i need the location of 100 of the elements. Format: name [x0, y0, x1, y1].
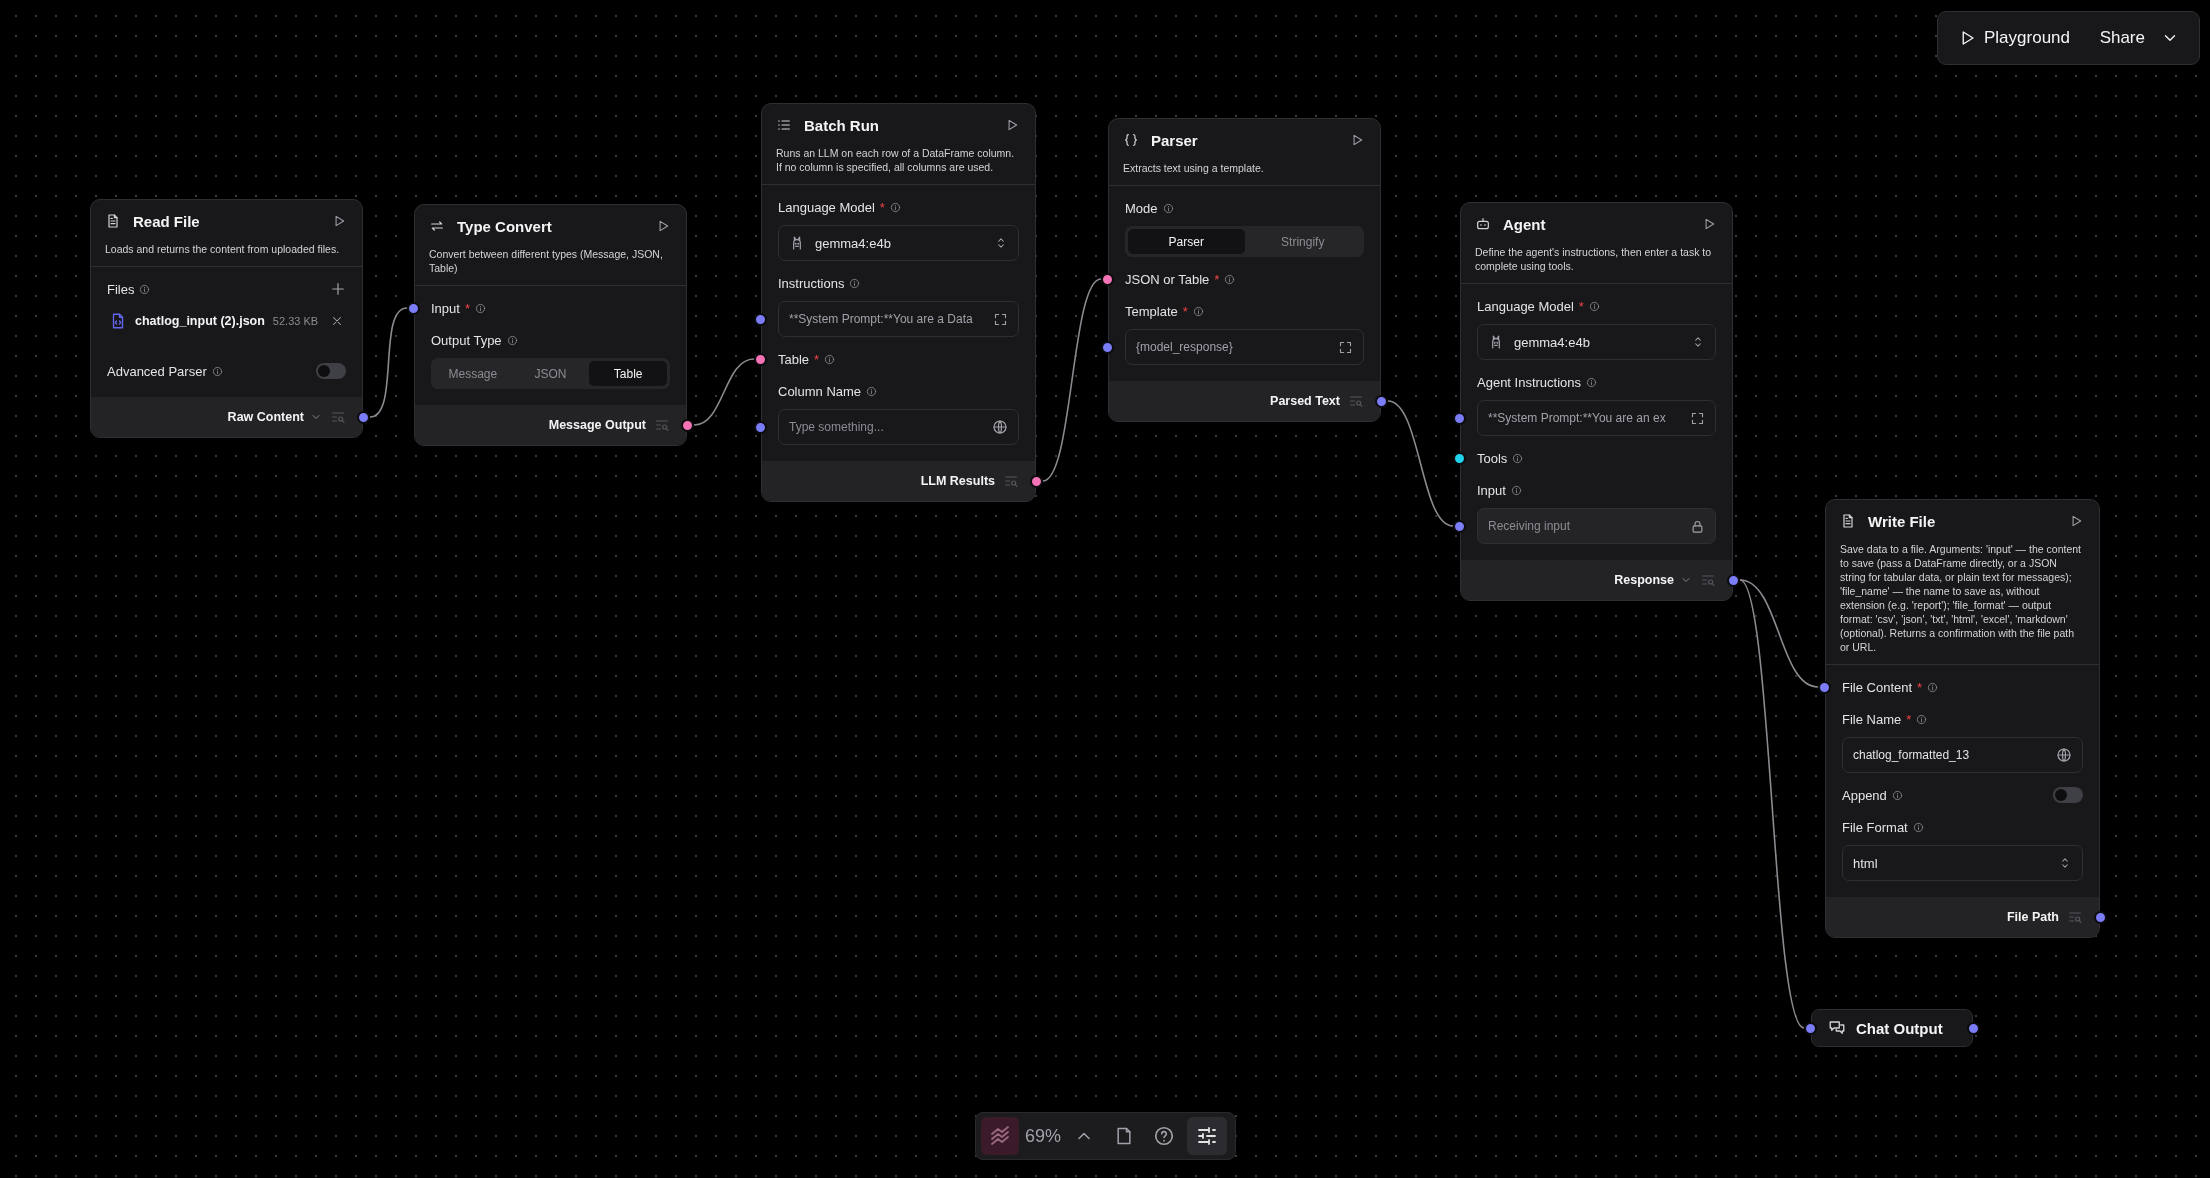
play-icon [332, 214, 346, 228]
connection-handle[interactable] [754, 312, 767, 326]
connection-handle[interactable] [1967, 1021, 1980, 1035]
node-description: Define the agent's instructions, then enter a task to complete using tools. [1475, 245, 1713, 273]
segment-option[interactable]: Stringify [1244, 229, 1361, 254]
zoom-level: 69% [1025, 1125, 1062, 1147]
inspect-icon [330, 409, 346, 425]
field-label: Instructions [778, 275, 845, 291]
globe-icon [992, 419, 1008, 435]
connection-handle[interactable] [357, 410, 370, 424]
node-description: Loads and returns the content from uploaded files. [105, 242, 341, 256]
expand-icon [1338, 339, 1353, 355]
node-title: Chat Output [1856, 1019, 1944, 1037]
play-icon [2069, 514, 2083, 528]
segment-option[interactable]: Parser [1128, 229, 1245, 254]
share-button[interactable]: Share [2095, 22, 2183, 54]
info-icon [139, 283, 151, 295]
expand-icon [1690, 410, 1705, 426]
play-icon [1702, 217, 1716, 231]
field-label: Table [778, 351, 810, 367]
plus-icon [330, 281, 346, 297]
connection-handle[interactable] [2094, 910, 2107, 924]
inspect-icon [1700, 572, 1716, 588]
settings-button[interactable] [1187, 1117, 1228, 1155]
field-label: Tools [1477, 450, 1508, 466]
chat-bubbles-icon [1828, 1019, 1846, 1037]
connection-handle[interactable] [681, 418, 694, 432]
connection-handle[interactable] [1030, 474, 1043, 488]
output-label: Parsed Text [1270, 394, 1340, 408]
list-icon [776, 117, 792, 133]
connection-handle[interactable] [1818, 680, 1831, 694]
field-label: Language Model [778, 199, 875, 215]
connection-handle[interactable] [1453, 411, 1466, 425]
segment-option[interactable]: Message [434, 361, 512, 386]
remove-file-button[interactable] [330, 314, 344, 328]
play-icon [1350, 133, 1364, 147]
info-icon [506, 334, 518, 346]
output-dropdown[interactable]: Raw Content [227, 410, 322, 424]
required-mark: * [879, 199, 885, 215]
info-icon [824, 353, 836, 365]
connection-handle[interactable] [754, 352, 767, 366]
info-icon [1192, 305, 1204, 317]
connection-handle[interactable] [1101, 272, 1114, 286]
node-title: Type Convert [457, 217, 553, 235]
field-label: Output Type [431, 332, 502, 348]
info-icon [849, 277, 861, 289]
info-icon [475, 302, 486, 314]
output-label: File Path [2006, 910, 2059, 924]
app-logo[interactable] [981, 1117, 1019, 1155]
connection-handle[interactable] [1375, 394, 1388, 408]
field-label: File Format [1842, 819, 1908, 835]
arrows-icon [429, 218, 445, 234]
output-label: Message Output [548, 418, 646, 432]
output-label: LLM Results [920, 474, 995, 488]
output-dropdown[interactable]: Response [1614, 573, 1692, 587]
info-icon [1912, 821, 1924, 833]
field-label: Append [1842, 787, 1887, 803]
play-icon [1005, 118, 1019, 132]
playground-button[interactable]: Playground [1954, 22, 2074, 54]
node-description: Extracts text using a template. [1123, 161, 1265, 175]
braces-icon [1123, 132, 1139, 148]
required-mark: * [1917, 679, 1923, 695]
connection-handle[interactable] [1727, 573, 1740, 587]
toggle-switch[interactable] [316, 363, 346, 379]
node-description: Runs an LLM on each row of a DataFrame column. If no column is specified, all columns are used. [776, 146, 1016, 174]
segment-option[interactable]: JSON [511, 361, 590, 386]
field-label: Advanced Parser [107, 363, 207, 379]
connection-handle[interactable] [1453, 519, 1466, 533]
select-field[interactable]: html [1842, 845, 2083, 881]
info-icon [1586, 376, 1598, 388]
node-title: Read File [133, 212, 201, 230]
globe-icon [2056, 747, 2072, 763]
expand-icon [993, 311, 1008, 327]
toggle-switch[interactable] [2053, 787, 2083, 803]
required-mark: * [1182, 303, 1188, 319]
file-text-icon [105, 213, 121, 229]
info-icon [1916, 713, 1928, 725]
connection-handle[interactable] [1101, 340, 1114, 354]
wave-lines-icon [988, 1124, 1012, 1148]
node-title: Parser [1151, 131, 1199, 149]
node-title: Agent [1503, 215, 1547, 233]
connection-handle[interactable] [754, 420, 767, 434]
lock-icon [1690, 518, 1705, 534]
segment-option[interactable]: Table [589, 361, 667, 386]
field-label: File Name [1842, 711, 1902, 727]
connection-handle[interactable] [1453, 451, 1466, 465]
field-label: Agent Instructions [1477, 374, 1582, 390]
select-field[interactable]: gemma4:e4b [778, 225, 1019, 261]
add-file-button[interactable] [330, 281, 346, 297]
field-label: Column Name [778, 383, 862, 399]
field-label: Input [1477, 482, 1506, 498]
info-icon [1162, 202, 1174, 214]
field-label: Files [107, 281, 135, 297]
robot-icon [1475, 216, 1491, 232]
field-label: File Content [1842, 679, 1913, 695]
inspect-icon [1348, 393, 1364, 409]
connection-handle[interactable] [1804, 1021, 1817, 1035]
select-field[interactable]: gemma4:e4b [1477, 324, 1716, 360]
connection-handle[interactable] [407, 301, 420, 315]
input-field[interactable]: chatlog_formatted_13 [1842, 737, 2083, 773]
